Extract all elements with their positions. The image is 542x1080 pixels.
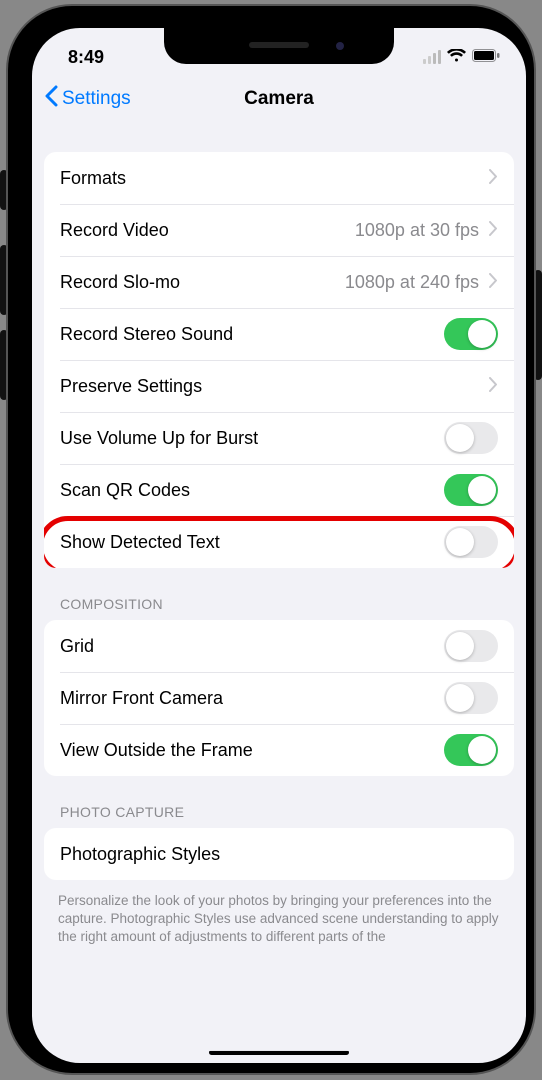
row-label: Scan QR Codes (60, 480, 444, 501)
row-label: Record Stereo Sound (60, 324, 444, 345)
toggle-scan-qr[interactable] (444, 474, 498, 506)
row-volume-burst: Use Volume Up for Burst (44, 412, 514, 464)
back-button[interactable]: Settings (44, 85, 131, 113)
group-header-composition: COMPOSITION (32, 596, 526, 620)
chevron-right-icon (489, 168, 498, 189)
row-label: Grid (60, 636, 444, 657)
toggle-volume-burst[interactable] (444, 422, 498, 454)
wifi-icon (447, 47, 466, 68)
toggle-grid[interactable] (444, 630, 498, 662)
row-label: Mirror Front Camera (60, 688, 444, 709)
mute-switch (0, 170, 8, 210)
row-label: Preserve Settings (60, 376, 489, 397)
row-label: Record Slo-mo (60, 272, 345, 293)
phone-frame: 8:49 Settings Camera (8, 6, 534, 1073)
chevron-right-icon (489, 220, 498, 241)
settings-group-1: Formats Record Video 1080p at 30 fps Rec… (44, 152, 514, 568)
row-label: Record Video (60, 220, 355, 241)
toggle-view-outside-frame[interactable] (444, 734, 498, 766)
row-label: Formats (60, 168, 489, 189)
volume-up-button (0, 245, 8, 315)
row-stereo-sound: Record Stereo Sound (44, 308, 514, 360)
row-label: Use Volume Up for Burst (60, 428, 444, 449)
chevron-left-icon (44, 85, 58, 113)
chevron-right-icon (489, 272, 498, 293)
cellular-signal-icon (423, 50, 441, 64)
back-label: Settings (62, 88, 131, 110)
settings-group-photo-capture: Photographic Styles (44, 828, 514, 880)
row-scan-qr: Scan QR Codes (44, 464, 514, 516)
row-record-slomo[interactable]: Record Slo-mo 1080p at 240 fps (44, 256, 514, 308)
row-preserve-settings[interactable]: Preserve Settings (44, 360, 514, 412)
toggle-show-detected-text[interactable] (444, 526, 498, 558)
group-footer-photo-capture: Personalize the look of your photos by b… (32, 886, 526, 947)
row-view-outside-frame: View Outside the Frame (44, 724, 514, 776)
page-title: Camera (244, 88, 314, 110)
status-time: 8:49 (68, 47, 104, 68)
row-detail: 1080p at 240 fps (345, 272, 479, 293)
row-label: View Outside the Frame (60, 740, 444, 761)
home-indicator[interactable] (209, 1050, 349, 1055)
group-header-photo-capture: PHOTO CAPTURE (32, 804, 526, 828)
row-show-detected-text: Show Detected Text (44, 516, 514, 568)
row-record-video[interactable]: Record Video 1080p at 30 fps (44, 204, 514, 256)
toggle-stereo-sound[interactable] (444, 318, 498, 350)
row-formats[interactable]: Formats (44, 152, 514, 204)
row-photographic-styles[interactable]: Photographic Styles (44, 828, 514, 880)
row-label: Photographic Styles (60, 844, 498, 865)
notch (164, 28, 394, 64)
row-label: Show Detected Text (60, 532, 444, 553)
row-grid: Grid (44, 620, 514, 672)
screen: 8:49 Settings Camera (32, 28, 526, 1063)
power-button (534, 270, 542, 380)
toggle-mirror-front[interactable] (444, 682, 498, 714)
navigation-bar: Settings Camera (32, 76, 526, 122)
row-mirror-front: Mirror Front Camera (44, 672, 514, 724)
battery-icon (472, 47, 500, 68)
chevron-right-icon (489, 376, 498, 397)
volume-down-button (0, 330, 8, 400)
settings-group-composition: Grid Mirror Front Camera View Outside th… (44, 620, 514, 776)
row-detail: 1080p at 30 fps (355, 220, 479, 241)
content: Formats Record Video 1080p at 30 fps Rec… (32, 122, 526, 947)
